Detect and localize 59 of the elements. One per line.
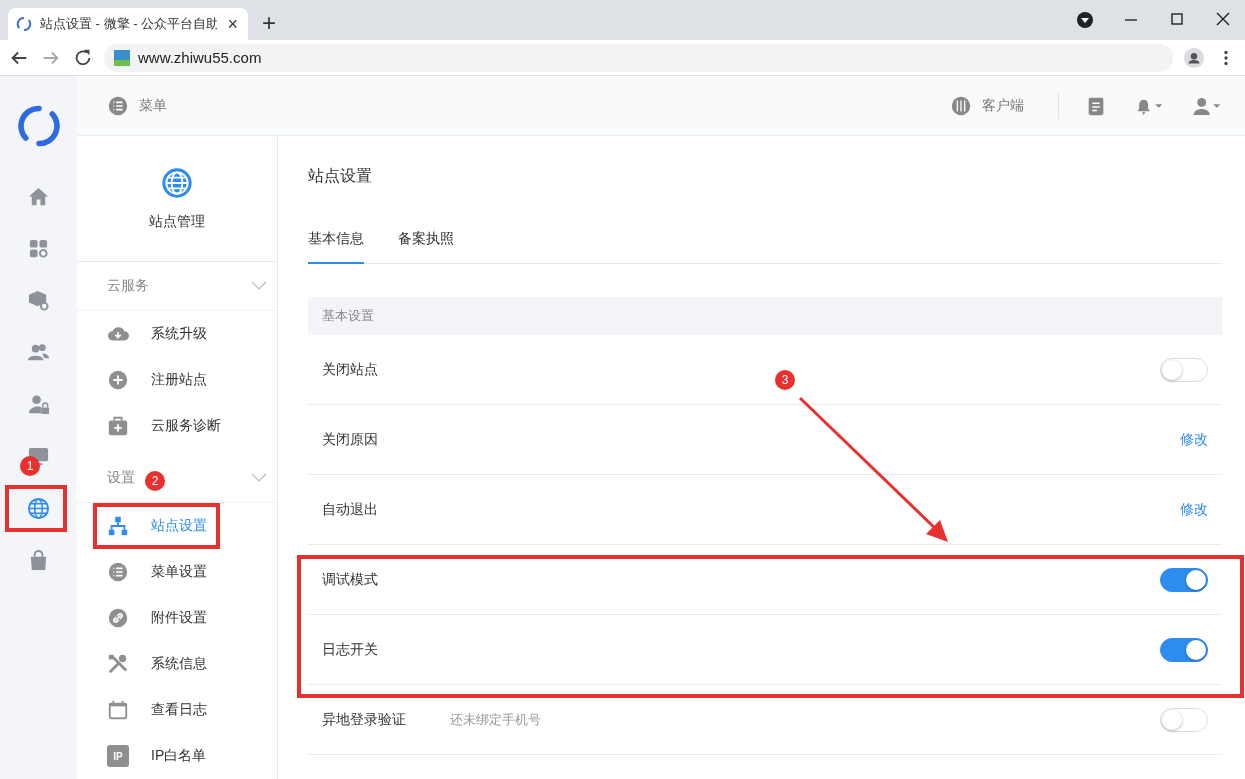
close-tab-button[interactable]: × xyxy=(225,13,240,35)
step-badge: 2 xyxy=(145,471,165,491)
menu-label[interactable]: 菜单 xyxy=(139,96,167,115)
globe-icon[interactable] xyxy=(27,497,50,520)
logo-icon xyxy=(16,16,32,32)
group-label: 云服务 xyxy=(107,277,149,295)
page-title: 站点设置 xyxy=(308,166,373,186)
chevron-down-icon[interactable] xyxy=(251,473,267,483)
nav-item[interactable]: 系统信息 xyxy=(77,641,277,687)
edit-link[interactable]: 修改 xyxy=(1180,500,1208,519)
nav-item[interactable]: 查看日志 xyxy=(77,687,277,733)
nav-item[interactable]: 站点设置 xyxy=(77,503,277,549)
setting-label: 日志开关 xyxy=(322,640,379,659)
nav-item[interactable]: IP IP白名单 xyxy=(77,733,277,779)
cube-icon[interactable] xyxy=(27,289,50,312)
profile-icon[interactable] xyxy=(1183,46,1205,69)
setting-label: 异地登录验证 xyxy=(322,710,407,729)
highlight-frame xyxy=(5,485,67,532)
section-title: 站点管理 xyxy=(149,212,205,231)
tab-title: 站点设置 - 微擎 - 公众平台自助 xyxy=(40,15,218,33)
globe-icon xyxy=(161,166,193,199)
user-lock-icon[interactable] xyxy=(27,393,50,416)
chevron-down-icon[interactable] xyxy=(251,281,267,291)
setting-label: 关闭站点 xyxy=(322,360,379,379)
link-icon xyxy=(107,607,129,629)
browser-tab[interactable]: 站点设置 - 微擎 - 公众平台自助 × xyxy=(8,8,248,40)
tools-icon xyxy=(107,653,129,675)
medical-kit-icon xyxy=(107,415,129,437)
setting-label: 自动退出 xyxy=(322,500,379,519)
menu-icon[interactable] xyxy=(107,94,129,117)
calendar-icon xyxy=(107,699,129,721)
logo-icon[interactable] xyxy=(16,104,61,148)
group-label: 设置 xyxy=(107,469,135,487)
section-header: 基本设置 xyxy=(308,297,1222,335)
home-icon[interactable] xyxy=(27,185,50,208)
setting-note: 还未绑定手机号 xyxy=(450,710,541,729)
site-icon xyxy=(114,49,130,66)
tab[interactable]: 基本信息 xyxy=(308,230,364,264)
address-field[interactable]: www.zhiwu55.com xyxy=(104,43,1173,72)
nav-item[interactable]: 系统升级 xyxy=(77,311,277,357)
nav-item[interactable]: 注册站点 xyxy=(77,357,277,403)
new-tab-button[interactable]: + xyxy=(256,8,282,38)
nav-item[interactable]: 附件设置 xyxy=(77,595,277,641)
nav-item[interactable]: 菜单设置 xyxy=(77,549,277,595)
tab[interactable]: 备案执照 xyxy=(398,230,454,264)
plus-icon xyxy=(107,369,129,391)
edit-link[interactable]: 修改 xyxy=(1180,430,1208,449)
step-badge: 3 xyxy=(775,370,795,390)
client-link[interactable]: 客户端 xyxy=(982,96,1024,115)
toggle-switch[interactable] xyxy=(1160,567,1208,592)
toggle-switch[interactable] xyxy=(1160,637,1208,662)
nav-item[interactable]: 云服务诊断 xyxy=(77,403,277,449)
apps-icon[interactable] xyxy=(27,237,50,260)
setting-label: 关闭原因 xyxy=(322,430,379,449)
list-icon xyxy=(107,561,129,583)
ip-icon: IP xyxy=(107,745,129,767)
sitemap-icon xyxy=(107,515,129,537)
setting-label: 调试模式 xyxy=(322,570,379,589)
sliders-icon[interactable] xyxy=(950,94,972,117)
